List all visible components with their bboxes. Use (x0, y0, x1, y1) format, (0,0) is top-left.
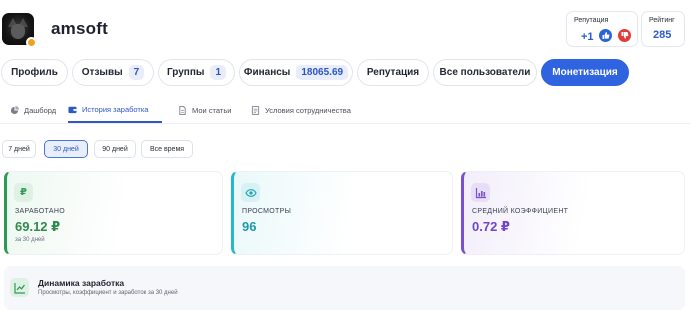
tab-count-badge: 1 (210, 65, 226, 80)
tab-label: Группы (166, 67, 205, 78)
tab-all-users[interactable]: Все пользователи (433, 59, 537, 86)
avatar[interactable] (2, 13, 37, 48)
tab-label: Монетизация (552, 67, 618, 78)
earned-card: ₽ ЗАРАБОТАНО 69.12 ₽ за 30 дней (4, 171, 223, 255)
tab-count-badge: 18065.69 (296, 65, 349, 80)
tab-label: Репутация (366, 67, 420, 78)
card-subtitle: за 30 дней (15, 237, 45, 243)
thumbs-down-icon[interactable] (618, 29, 631, 42)
monetization-subtabs: Дашборд История заработка Мои статьи Усл… (0, 98, 690, 124)
tab-label: Все пользователи (439, 67, 531, 78)
subtab-earnings-history[interactable]: История заработка (68, 98, 162, 123)
online-status-dot (26, 37, 37, 48)
rating-label: Рейтинг (649, 17, 675, 24)
earned-value: 69.12 ₽ (15, 219, 61, 234)
avg-coefficient-value: 0.72 ₽ (472, 219, 510, 234)
tab-monetization[interactable]: Монетизация (541, 59, 629, 86)
contract-icon (251, 106, 260, 115)
card-title: СРЕДНИЙ КОЭФФИЦИЕНТ (472, 208, 569, 215)
period-7-days[interactable]: 7 дней (2, 140, 36, 158)
period-90-days[interactable]: 90 дней (94, 140, 136, 158)
subtab-label: История заработка (82, 105, 149, 114)
tab-finances[interactable]: Финансы 18065.69 (239, 59, 353, 86)
rating-value: 285 (653, 29, 672, 41)
username: amsoft (51, 19, 108, 38)
period-30-days[interactable]: 30 дней (44, 140, 88, 158)
tab-reviews[interactable]: Отзывы 7 (72, 59, 154, 86)
subtab-terms[interactable]: Условия сотрудничества (251, 98, 351, 123)
avg-coefficient-card: СРЕДНИЙ КОЭФФИЦИЕНТ 0.72 ₽ (461, 171, 685, 255)
tab-reputation[interactable]: Репутация (357, 59, 429, 86)
wallet-icon (68, 106, 77, 114)
tab-groups[interactable]: Группы 1 (158, 59, 235, 86)
tab-count-badge: 7 (128, 65, 145, 80)
tab-profile[interactable]: Профиль (1, 59, 68, 86)
subtab-label: Дашборд (24, 106, 57, 115)
section-title: Динамика заработка (38, 278, 125, 288)
pie-chart-icon (10, 106, 19, 115)
subtab-label: Условия сотрудничества (265, 106, 351, 115)
profile-tabs: Профиль Отзывы 7 Группы 1 Финансы 18065.… (0, 59, 690, 86)
trend-line-icon (10, 278, 29, 297)
tab-label: Отзывы (81, 67, 123, 78)
section-subtitle: Просмотры, коэффициент и заработок за 30… (38, 290, 178, 296)
tab-label: Профиль (11, 67, 58, 78)
views-value: 96 (242, 219, 257, 234)
tab-label: Финансы (243, 67, 291, 78)
thumbs-up-icon[interactable] (599, 29, 612, 42)
rating-box: Рейтинг 285 (641, 11, 685, 47)
avatar-face (11, 24, 25, 39)
subtab-label: Мои статьи (192, 106, 232, 115)
subtab-dashboard[interactable]: Дашборд (10, 98, 56, 123)
card-title: ПРОСМОТРЫ (242, 208, 292, 215)
period-all-time[interactable]: Все время (141, 140, 193, 158)
card-title: ЗАРАБОТАНО (15, 208, 65, 215)
ruble-icon: ₽ (14, 183, 33, 202)
earnings-dynamics-section: Динамика заработка Просмотры, коэффициен… (4, 266, 685, 310)
document-icon (179, 106, 186, 115)
reputation-box: Репутация +1 (566, 11, 638, 47)
subtab-my-articles[interactable]: Мои статьи (178, 98, 231, 123)
reputation-label: Репутация (574, 17, 609, 24)
bar-chart-icon (471, 183, 490, 202)
reputation-value: +1 (581, 31, 594, 43)
eye-icon (241, 183, 260, 202)
views-card: ПРОСМОТРЫ 96 (231, 171, 453, 255)
